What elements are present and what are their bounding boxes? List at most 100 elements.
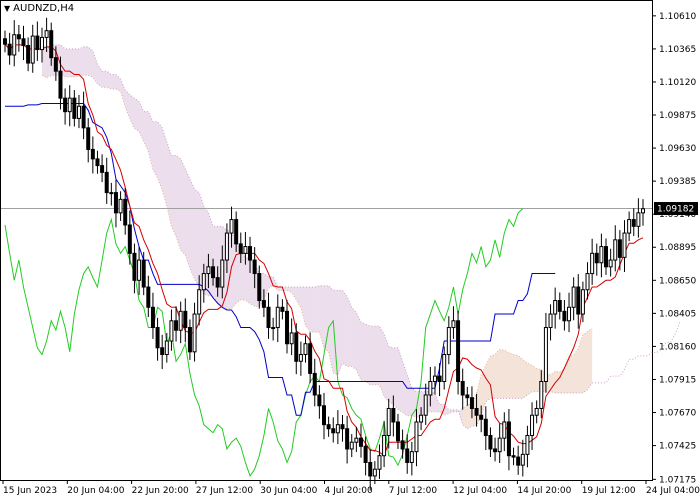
cloud-segment [180, 158, 186, 256]
candle-body [67, 97, 72, 113]
y-tick-label: 1.07670 [659, 409, 696, 419]
candle-body [90, 148, 95, 160]
candle-body [506, 421, 511, 457]
cloud-segment [495, 349, 500, 399]
y-tick-label: 1.10365 [659, 45, 696, 55]
candle-body [465, 394, 470, 399]
candle-body [118, 198, 123, 214]
x-tick-label: 22 Jun 20:00 [132, 486, 189, 496]
cloud-segment [347, 296, 352, 367]
cloud-segment [171, 155, 177, 237]
candle-body [474, 407, 479, 416]
candle-body [539, 381, 544, 409]
candle-body [104, 171, 109, 194]
candle-body [469, 397, 474, 409]
cloud-segment [453, 409, 459, 412]
y-tick-label: 1.07915 [659, 375, 696, 385]
x-tick-label: 4 Jul 20:00 [325, 486, 374, 496]
x-tick-label: 24 Jul 04:00 [646, 486, 700, 496]
cloud-segment [88, 46, 93, 78]
candle-body [446, 327, 451, 356]
candle-body [234, 219, 239, 245]
candle-body [451, 320, 456, 329]
x-tick-label: 14 Jul 20:00 [517, 486, 571, 496]
candlestick-chart[interactable]: 1.10610 1.10365 1.10120 1.09875 1.09630 1.093… [0, 0, 700, 500]
cloud-segment [65, 48, 70, 77]
candle-body [275, 306, 280, 329]
cloud-segment [379, 326, 385, 397]
candle-body [335, 424, 340, 434]
candle-body [16, 34, 21, 40]
candle-body [229, 219, 234, 234]
cloud-segment [78, 46, 84, 77]
candle-body [391, 407, 396, 423]
candle-body [294, 332, 299, 362]
cloud-segment [152, 121, 158, 179]
candle-body [211, 266, 216, 279]
candle-body [109, 192, 114, 195]
candle-body [553, 300, 558, 315]
candle-body [160, 347, 165, 356]
candle-body [613, 239, 618, 261]
candle-body [483, 418, 488, 436]
y-tick-label: 1.07175 [659, 475, 696, 485]
cloud-segment [374, 326, 380, 385]
cloud-segment [134, 98, 140, 132]
cloud-segment [365, 324, 371, 385]
candle-body [285, 310, 290, 345]
cloud-segment [370, 326, 375, 385]
candle-body [442, 354, 447, 383]
candle-body [86, 127, 91, 150]
candle-body [248, 246, 253, 261]
candle-body [12, 34, 17, 56]
candle-body [409, 451, 414, 463]
cloud-segment [532, 365, 537, 392]
candle-body [428, 381, 433, 396]
cloud-segment [518, 355, 523, 399]
cloud-segment [337, 290, 343, 375]
candle-body [631, 219, 636, 227]
candle-body [35, 35, 40, 51]
cloud-segment [582, 331, 588, 393]
candle-body [113, 192, 118, 214]
candle-body [63, 97, 68, 113]
candle-body [303, 343, 308, 356]
x-tick-label: 19 Jul 12:00 [582, 486, 636, 496]
cloud-segment [587, 328, 593, 390]
y-tick-label: 1.09385 [659, 177, 696, 187]
x-tick-label: 20 Jun 04:00 [67, 486, 124, 496]
candle-body [21, 38, 26, 47]
candle-body [289, 332, 294, 345]
candle-body [557, 300, 562, 312]
candle-body [146, 286, 151, 308]
candle-body [312, 372, 317, 396]
candle-body [585, 273, 590, 291]
cloud-segment [342, 290, 348, 367]
candle-body [331, 428, 336, 434]
candle-body [224, 232, 229, 261]
y-tick-label: 1.08895 [659, 243, 696, 253]
cloud-segment [277, 287, 283, 291]
candle-body [479, 414, 484, 420]
candle-body [548, 313, 553, 329]
candle-body [423, 394, 428, 416]
candle-body [49, 30, 54, 59]
candle-body [127, 224, 132, 254]
candle-body [641, 208, 645, 214]
candle-body [590, 252, 595, 275]
cloud-segment [176, 155, 181, 250]
cloud-segment [314, 285, 320, 333]
candle-body [488, 434, 493, 450]
dropdown-triangle-icon[interactable]: ▼ [4, 4, 10, 13]
candle-body [386, 407, 391, 436]
cloud-segment [351, 307, 357, 371]
candle-body [368, 461, 373, 477]
cloud-segment [388, 346, 394, 405]
symbol-label[interactable]: ▼ AUDNZD,H4 [4, 3, 74, 14]
candle-body [599, 246, 604, 264]
chart-area[interactable]: 1.10610 1.10365 1.10120 1.09875 1.09630 1.093… [0, 0, 700, 500]
candle-body [530, 414, 535, 436]
candle-body [44, 30, 49, 38]
candle-body [26, 45, 31, 64]
candle-body [30, 35, 35, 64]
